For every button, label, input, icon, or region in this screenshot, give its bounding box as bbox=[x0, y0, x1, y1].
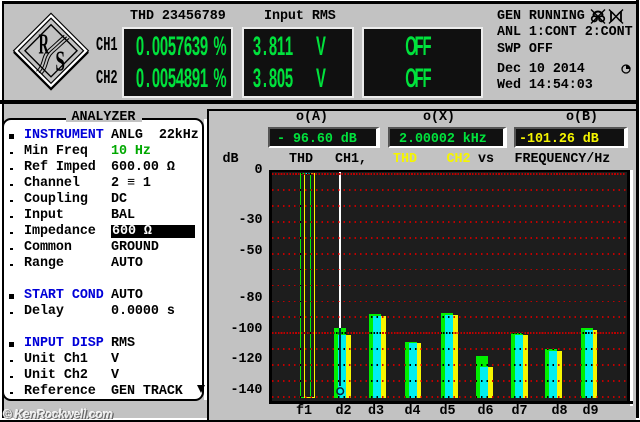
svg-text:R: R bbox=[39, 28, 50, 59]
svg-text:S: S bbox=[55, 46, 65, 77]
